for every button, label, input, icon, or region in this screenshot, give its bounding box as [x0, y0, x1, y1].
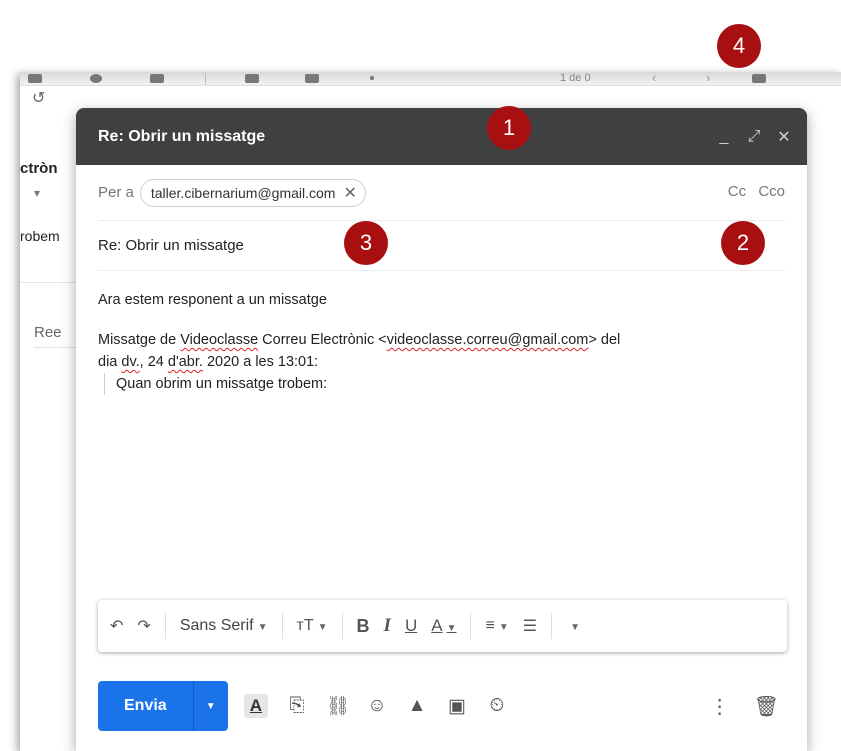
toolbar-divider [281, 613, 283, 639]
attach-file-icon[interactable]: ⎘ [286, 695, 308, 717]
send-button-group: Envia ▼ [98, 681, 228, 731]
discard-draft-icon[interactable]: 🗑 [754, 694, 779, 719]
snooze-icon[interactable] [90, 74, 102, 83]
compose-window: Re: Obrir un missatge _ ⤢ ✕ Per a taller… [76, 108, 807, 751]
font-select[interactable]: Sans Serif ▼ [176, 617, 272, 635]
toolbar-divider [205, 73, 206, 85]
toolbar-divider [470, 613, 472, 639]
callout-badge-2: 2 [721, 221, 765, 265]
text-size-icon[interactable]: ᴛT ▼ [293, 617, 332, 635]
archive-icon[interactable] [28, 74, 42, 83]
more-options-icon[interactable] [370, 76, 374, 80]
newer-icon[interactable]: ‹ [652, 72, 656, 85]
cc-bcc-links: Cc Cco [720, 183, 785, 200]
text-color-button[interactable]: A ▼ [427, 616, 460, 636]
move-to-icon[interactable] [245, 74, 259, 83]
underline-button[interactable]: U [401, 616, 421, 636]
recipient-email: taller.cibernarium@gmail.com [150, 184, 336, 201]
fullscreen-icon[interactable]: ⤢ [747, 128, 761, 146]
subject-input[interactable] [98, 237, 785, 254]
align-icon[interactable]: ≡ ▼ [481, 617, 512, 635]
quote-header: Missatge de Videoclasse Correu Electròni… [98, 332, 621, 370]
quoted-text: Quan obrim un missatge trobem: [104, 373, 785, 395]
subject-row [98, 221, 785, 271]
bg-body-partial: robem [20, 228, 60, 244]
callout-badge-3: 3 [344, 221, 388, 265]
italic-button[interactable]: I [380, 615, 395, 637]
toolbar-divider [551, 613, 553, 639]
compose-title: Re: Obrir un missatge [98, 127, 266, 145]
compose-header[interactable]: Re: Obrir un missatge _ ⤢ ✕ [76, 108, 807, 165]
callout-badge-4: 4 [717, 24, 761, 68]
formatting-toolbar: ↶ ↷ Sans Serif ▼ ᴛT ▼ B I U A ▼ ≡ ▼ ☰ ▼ [98, 600, 787, 652]
close-icon[interactable]: ✕ [777, 127, 791, 147]
bottom-right-actions: ⋮ 🗑 [710, 694, 787, 719]
callout-badge-1: 1 [487, 106, 531, 150]
more-formatting-icon[interactable]: ▼ [562, 617, 584, 635]
input-tools-icon[interactable] [752, 74, 766, 83]
send-button[interactable]: Envia [98, 681, 193, 731]
formatting-options-icon[interactable]: A [243, 694, 268, 718]
background-toolbar: 1 de 0 ‹ › [20, 72, 841, 86]
recipient-chip[interactable]: taller.cibernarium@gmail.com ✕ [139, 178, 366, 207]
bg-reply-partial[interactable]: Ree [34, 324, 62, 341]
body-line: Ara estem responent a un missatge [98, 292, 327, 308]
divider [20, 282, 80, 283]
bg-sender-partial: ctròn [20, 160, 58, 177]
send-options-icon[interactable]: ▼ [194, 681, 228, 731]
toolbar-divider [341, 613, 343, 639]
toolbar-divider [164, 613, 166, 639]
message-body[interactable]: Ara estem responent a un missatge Missat… [76, 271, 807, 395]
chevron-down-icon: ▼ [257, 622, 268, 633]
numbered-list-icon[interactable]: ☰ [519, 616, 541, 636]
cc-link[interactable]: Cc [728, 183, 746, 200]
bold-button[interactable]: B [353, 616, 374, 637]
bcc-link[interactable]: Cco [758, 183, 785, 200]
insert-photo-icon[interactable]: ▣ [446, 695, 468, 718]
to-label: Per a [98, 184, 134, 201]
older-icon[interactable]: › [706, 72, 710, 85]
back-icon[interactable]: ↺ [32, 88, 45, 108]
recipients-row[interactable]: Per a taller.cibernarium@gmail.com ✕ Cc … [98, 165, 785, 221]
undo-icon[interactable]: ↶ [106, 616, 127, 636]
compose-bottom-bar: Envia ▼ A ⎘ ⛓ ☺ ▲ ▣ ⏲ ⋮ 🗑 [98, 680, 787, 732]
redo-icon[interactable]: ↷ [133, 616, 154, 636]
confidential-mode-icon[interactable]: ⏲ [486, 695, 508, 717]
page-count: 1 de 0 [560, 72, 591, 84]
emoji-icon[interactable]: ☺ [366, 695, 388, 717]
remove-recipient-icon[interactable]: ✕ [343, 183, 356, 203]
more-options-icon[interactable]: ⋮ [710, 694, 730, 719]
chevron-down-icon[interactable]: ▾ [34, 186, 40, 200]
drive-icon[interactable]: ▲ [406, 695, 428, 717]
label-icon[interactable] [305, 74, 319, 83]
add-task-icon[interactable] [150, 74, 164, 83]
insert-link-icon[interactable]: ⛓ [326, 694, 350, 718]
minimize-icon[interactable]: _ [717, 128, 731, 146]
